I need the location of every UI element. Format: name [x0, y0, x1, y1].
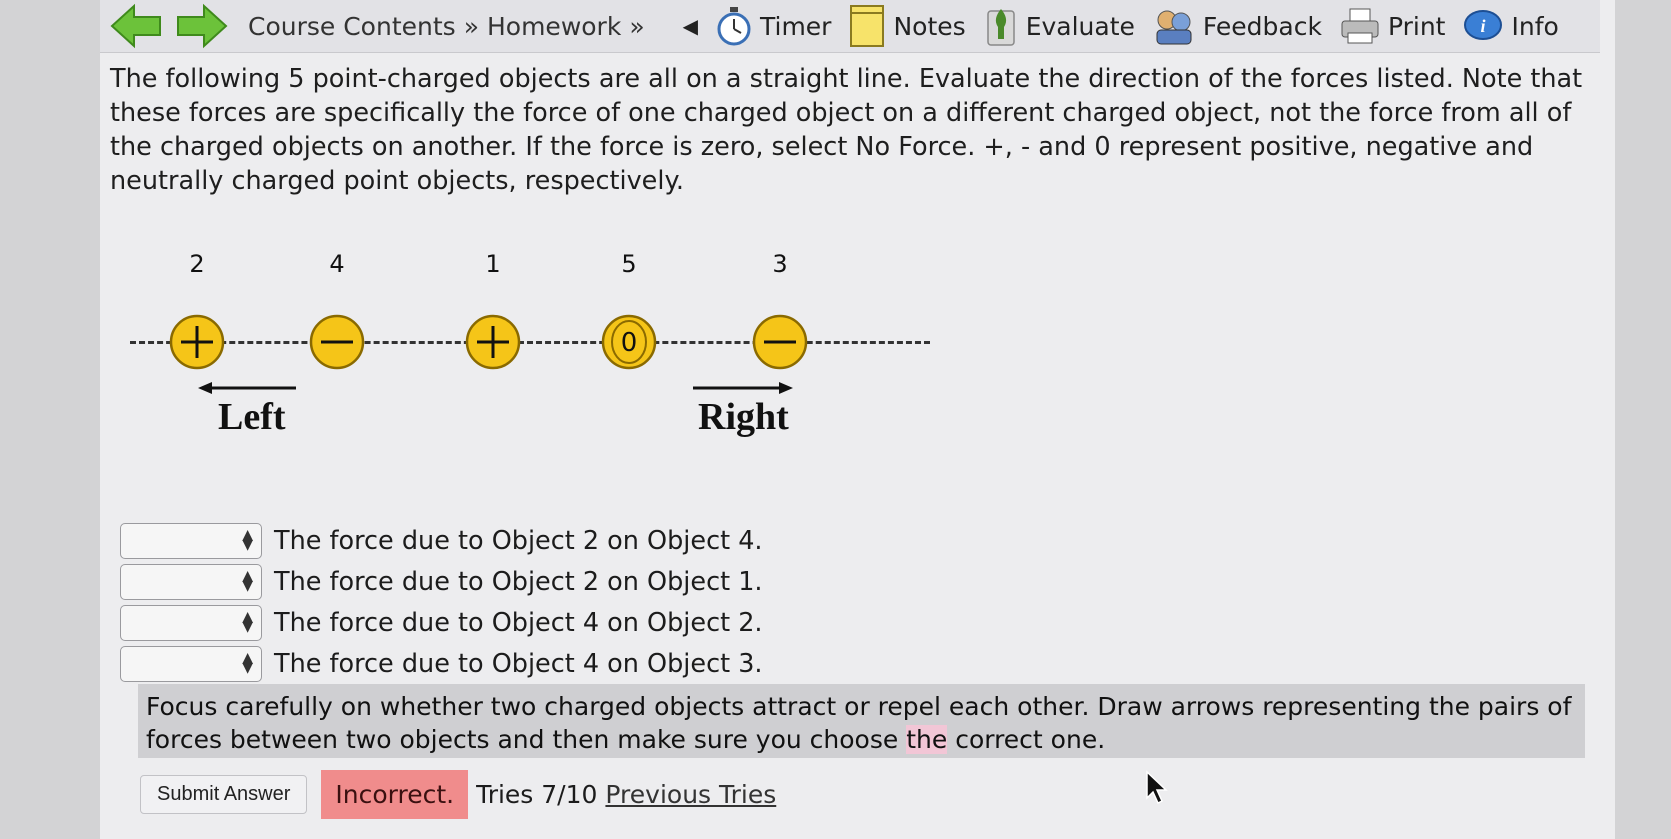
force-direction-select[interactable]: ▲ ▼: [120, 522, 262, 559]
submit-row: Submit Answer Incorrect. Tries 7/10 Prev…: [140, 770, 776, 819]
updown-arrows-icon: ▲ ▼: [242, 649, 253, 676]
breadcrumb-course-contents[interactable]: Course Contents: [248, 12, 456, 41]
force-row-text: The force due to Object 2 on Object 1.: [274, 566, 763, 597]
forward-arrow-icon[interactable]: [176, 3, 228, 49]
force-direction-select[interactable]: ▲ ▼: [120, 563, 262, 600]
tries-count: Tries 7/10: [476, 780, 598, 809]
homework-page: Course Contents»Homework» ◀ Timer Notes: [100, 0, 1615, 839]
force-row-text: The force due to Object 4 on Object 2.: [274, 607, 763, 638]
positive-charge-icon: [169, 314, 225, 370]
updown-arrows-icon: ▲ ▼: [242, 567, 253, 594]
force-row: ▲ ▼ The force due to Object 4 on Object 3…: [120, 643, 763, 684]
force-direction-select[interactable]: ▲ ▼: [120, 645, 262, 682]
object-number: 3: [772, 250, 788, 278]
previous-tries-link[interactable]: Previous Tries: [605, 780, 776, 809]
info-label: Info: [1511, 11, 1559, 41]
submit-answer-button[interactable]: Submit Answer: [140, 775, 308, 814]
mouse-pointer-icon: [1146, 770, 1168, 805]
stopwatch-icon: [717, 7, 751, 46]
object-number: 4: [329, 250, 345, 278]
back-arrow-icon[interactable]: [110, 3, 162, 49]
svg-text:i: i: [1481, 16, 1486, 36]
printer-icon: [1341, 8, 1379, 44]
updown-arrows-icon: ▲ ▼: [242, 608, 253, 635]
notes-label: Notes: [893, 11, 966, 41]
left-label: Left: [218, 396, 286, 438]
force-direction-select[interactable]: ▲ ▼: [120, 604, 262, 641]
evaluate-tool[interactable]: Evaluate: [984, 5, 1135, 47]
info-icon: i: [1464, 10, 1503, 40]
print-tool[interactable]: Print: [1340, 7, 1446, 45]
force-questions: ▲ ▼ The force due to Object 2 on Object 4…: [120, 520, 763, 684]
negative-charge-icon: [309, 314, 365, 370]
force-row: ▲ ▼ The force due to Object 2 on Object 4…: [120, 520, 763, 561]
left-arrow-icon: [198, 382, 296, 394]
line-axis: [130, 341, 930, 348]
feedback-tool[interactable]: Feedback: [1153, 6, 1322, 46]
object-number: 5: [621, 250, 637, 278]
right-label: Right: [698, 396, 789, 438]
force-row-text: The force due to Object 4 on Object 3.: [274, 648, 763, 679]
notepad-icon: [850, 5, 885, 47]
feedback-icon: [1156, 10, 1192, 45]
collapse-triangle-icon[interactable]: ◀: [683, 14, 698, 38]
toolbar: Course Contents»Homework» ◀ Timer Notes: [100, 0, 1600, 53]
breadcrumb-homework[interactable]: Homework: [487, 12, 621, 41]
timer-tool[interactable]: Timer: [716, 6, 831, 46]
status-badge: Incorrect.: [321, 770, 469, 819]
timer-label: Timer: [760, 11, 832, 41]
print-label: Print: [1387, 11, 1446, 41]
force-row: ▲ ▼ The force due to Object 2 on Object 1…: [120, 561, 763, 602]
object-number: 1: [485, 250, 501, 278]
positive-charge-icon: [465, 314, 521, 370]
feedback-label: Feedback: [1202, 11, 1322, 41]
force-row: ▲ ▼ The force due to Object 4 on Object 2…: [120, 602, 763, 643]
charge-diagram: 2 4 1 5 3 0 Left Right: [130, 250, 930, 480]
right-arrow-icon: [693, 382, 793, 394]
evaluate-icon: [986, 9, 1015, 46]
force-row-text: The force due to Object 2 on Object 4.: [274, 525, 763, 556]
negative-charge-icon: [752, 314, 808, 370]
info-tool[interactable]: i Info: [1463, 7, 1559, 45]
object-number: 2: [189, 250, 205, 278]
updown-arrows-icon: ▲ ▼: [242, 526, 253, 553]
svg-text:0: 0: [621, 328, 638, 358]
hint-box: Focus carefully on whether two charged o…: [138, 684, 1585, 758]
evaluate-label: Evaluate: [1025, 11, 1135, 41]
highlighted-word: the: [906, 725, 948, 754]
question-text: The following 5 point-charged objects ar…: [110, 64, 1583, 196]
neutral-charge-icon: 0: [601, 314, 657, 370]
notes-tool[interactable]: Notes: [849, 4, 966, 48]
breadcrumb: Course Contents» Homework»: [248, 11, 645, 41]
